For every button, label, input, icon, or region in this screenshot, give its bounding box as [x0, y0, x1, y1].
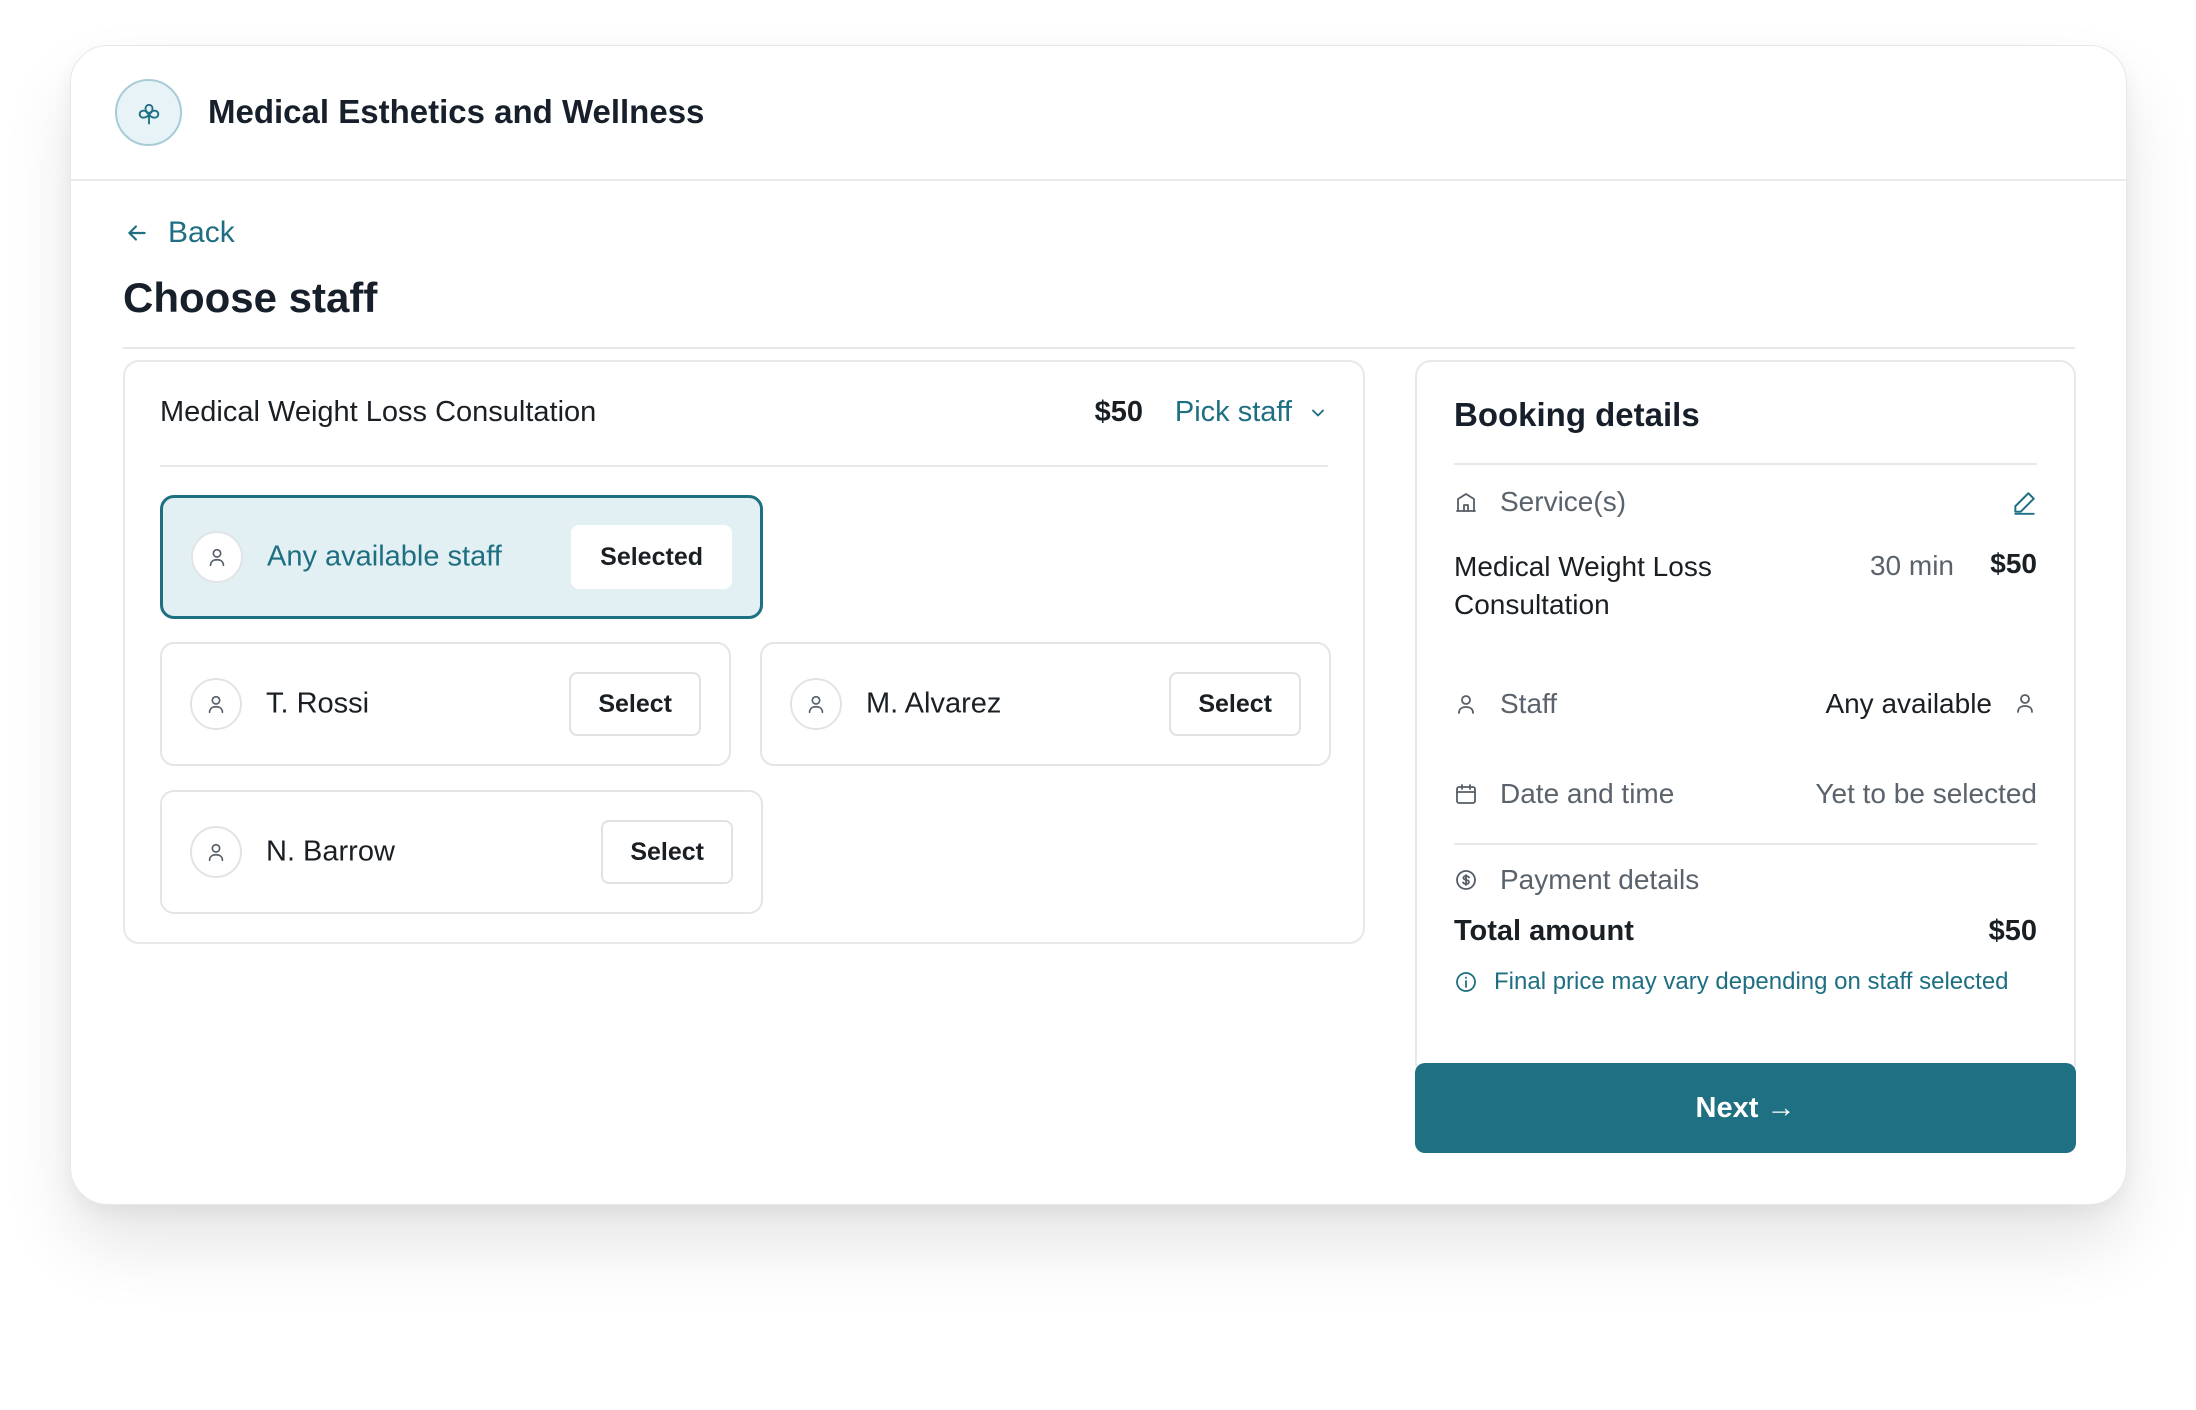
price-note: Final price may vary depending on staff … — [1454, 968, 2009, 996]
select-button[interactable]: Select — [601, 820, 733, 884]
staff-value: Any available — [1825, 688, 1992, 719]
booking-service-price: $50 — [1990, 548, 2037, 579]
payment-row-label: Payment details — [1454, 864, 1699, 896]
select-button[interactable]: Select — [1169, 672, 1301, 736]
booking-window: Medical Esthetics and Wellness Back Choo… — [70, 45, 2127, 1205]
service-staff-panel: Medical Weight Loss Consultation $50 Pic… — [123, 360, 1365, 944]
payment-label: Payment details — [1500, 864, 1700, 895]
datetime-row-label: Date and time — [1454, 778, 1674, 810]
services-row-label: Service(s) — [1454, 486, 1626, 518]
booking-title: Booking details — [1454, 396, 1700, 433]
chevron-down-icon — [1308, 403, 1328, 423]
calendar-icon — [1454, 782, 1478, 806]
service-header: Medical Weight Loss Consultation $50 Pic… — [160, 362, 1328, 467]
total-label: Total amount — [1454, 915, 1634, 947]
staff-row-label: Staff — [1454, 688, 1557, 720]
user-icon — [190, 678, 242, 730]
arrow-left-icon — [124, 220, 150, 246]
booking-service-duration: 30 min — [1869, 550, 1954, 581]
user-icon — [790, 678, 842, 730]
pick-staff-label: Pick staff — [1174, 396, 1292, 428]
building-icon — [1454, 490, 1478, 514]
services-label: Service(s) — [1500, 486, 1627, 517]
staff-option-m-alvarez[interactable]: M. Alvarez Select — [760, 642, 1331, 766]
booking-service-name: Medical Weight Loss Consultation — [1454, 551, 1712, 620]
user-icon — [191, 531, 243, 583]
staff-option-t-rossi[interactable]: T. Rossi Select — [160, 642, 731, 766]
datetime-label: Date and time — [1500, 778, 1675, 809]
flower-icon — [115, 79, 182, 146]
user-icon — [2013, 691, 2037, 715]
staff-name: N. Barrow — [266, 835, 395, 868]
app-title: Medical Esthetics and Wellness — [208, 93, 705, 130]
divider — [1454, 463, 2037, 465]
pencil-icon[interactable] — [2011, 490, 2037, 516]
staff-name: T. Rossi — [266, 687, 370, 720]
back-label: Back — [168, 216, 235, 249]
page-title: Choose staff — [123, 274, 378, 321]
back-link[interactable]: Back — [124, 216, 235, 250]
divider — [1454, 843, 2037, 845]
pick-staff-dropdown[interactable]: Pick staff — [1175, 396, 1328, 429]
total-value: $50 — [1988, 915, 2037, 947]
service-price: $50 — [1094, 396, 1143, 428]
selected-button[interactable]: Selected — [571, 525, 732, 589]
staff-name: M. Alvarez — [866, 687, 1002, 720]
info-icon — [1454, 970, 1478, 994]
staff-name: Any available staff — [267, 540, 502, 573]
app-header: Medical Esthetics and Wellness — [71, 46, 2126, 181]
divider — [123, 347, 2075, 349]
staff-option-n-barrow[interactable]: N. Barrow Select — [160, 790, 763, 914]
dollar-circle-icon — [1454, 868, 1478, 892]
select-button[interactable]: Select — [569, 672, 701, 736]
service-name: Medical Weight Loss Consultation — [160, 396, 597, 428]
price-note-text: Final price may vary depending on staff … — [1494, 968, 2009, 995]
user-icon — [1454, 692, 1478, 716]
booking-details-panel: Booking details Service(s) Medical Weigh… — [1415, 360, 2076, 1079]
next-button[interactable]: Next → — [1415, 1063, 2076, 1153]
staff-option-any[interactable]: Any available staff Selected — [160, 495, 763, 619]
datetime-value: Yet to be selected — [1815, 778, 2037, 809]
user-icon — [190, 826, 242, 878]
staff-label: Staff — [1500, 688, 1558, 719]
